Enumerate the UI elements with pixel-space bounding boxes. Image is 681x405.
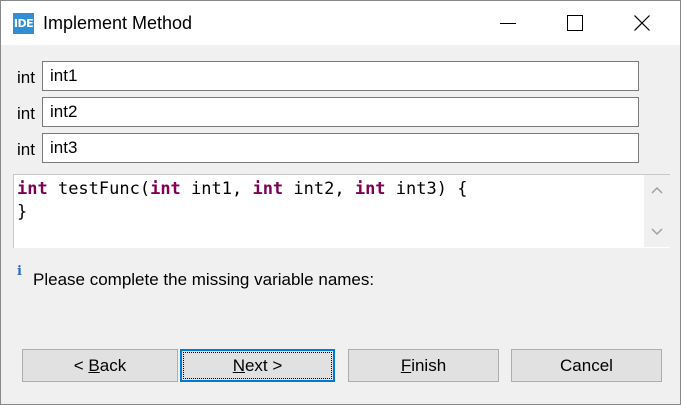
back-button[interactable]: < Back xyxy=(22,349,178,382)
close-icon xyxy=(634,15,650,31)
param-type-label-2: int xyxy=(17,104,35,123)
param-name-input-2[interactable] xyxy=(42,97,639,127)
code-closing-brace: } xyxy=(17,202,28,222)
back-button-mnemonic: B xyxy=(88,356,100,375)
code-keyword: int xyxy=(354,179,386,199)
scroll-up-icon[interactable] xyxy=(651,186,663,194)
minimize-icon xyxy=(500,23,516,24)
code-text: int testFunc(int int1, int int2, int int… xyxy=(17,178,467,224)
code-token: int2, xyxy=(283,179,355,199)
next-button-mnemonic: N xyxy=(232,356,245,375)
next-button[interactable]: Next > xyxy=(180,349,335,382)
info-message: Please complete the missing variable nam… xyxy=(33,270,375,289)
maximize-button[interactable] xyxy=(552,1,598,45)
param-type-label-1: int xyxy=(17,68,35,87)
code-keyword: int xyxy=(252,179,284,199)
title-bar[interactable]: IDE Implement Method xyxy=(1,1,680,45)
app-icon-text: IDE xyxy=(13,17,34,30)
close-button[interactable] xyxy=(619,1,665,45)
scroll-down-icon[interactable] xyxy=(651,228,663,236)
finish-button[interactable]: Finish xyxy=(348,349,499,382)
code-scrollbar[interactable] xyxy=(644,175,670,247)
ide-app-icon: IDE xyxy=(13,13,34,34)
code-token: int1, xyxy=(180,179,253,199)
code-keyword: int xyxy=(150,179,181,199)
finish-button-rest: inish xyxy=(411,356,447,375)
param-name-input-3[interactable] xyxy=(42,133,639,163)
cancel-button[interactable]: Cancel xyxy=(511,349,662,382)
maximize-icon xyxy=(567,15,583,31)
back-button-prefix: < xyxy=(73,356,89,375)
param-name-input-1[interactable] xyxy=(42,61,639,91)
info-icon: i xyxy=(17,264,22,279)
back-button-rest: ack xyxy=(99,356,127,375)
next-button-rest: ext > xyxy=(244,356,283,375)
param-type-label-3: int xyxy=(17,140,35,159)
minimize-button[interactable] xyxy=(485,1,531,45)
code-token: int3) { xyxy=(385,179,468,199)
code-preview[interactable]: int testFunc(int int1, int int2, int int… xyxy=(13,174,670,248)
window-title: Implement Method xyxy=(43,13,193,33)
code-keyword: int xyxy=(17,179,48,199)
finish-button-mnemonic: F xyxy=(400,356,412,375)
code-token: testFunc( xyxy=(47,179,151,199)
dialog-window: IDE Implement Method int int int int tes… xyxy=(0,0,681,405)
